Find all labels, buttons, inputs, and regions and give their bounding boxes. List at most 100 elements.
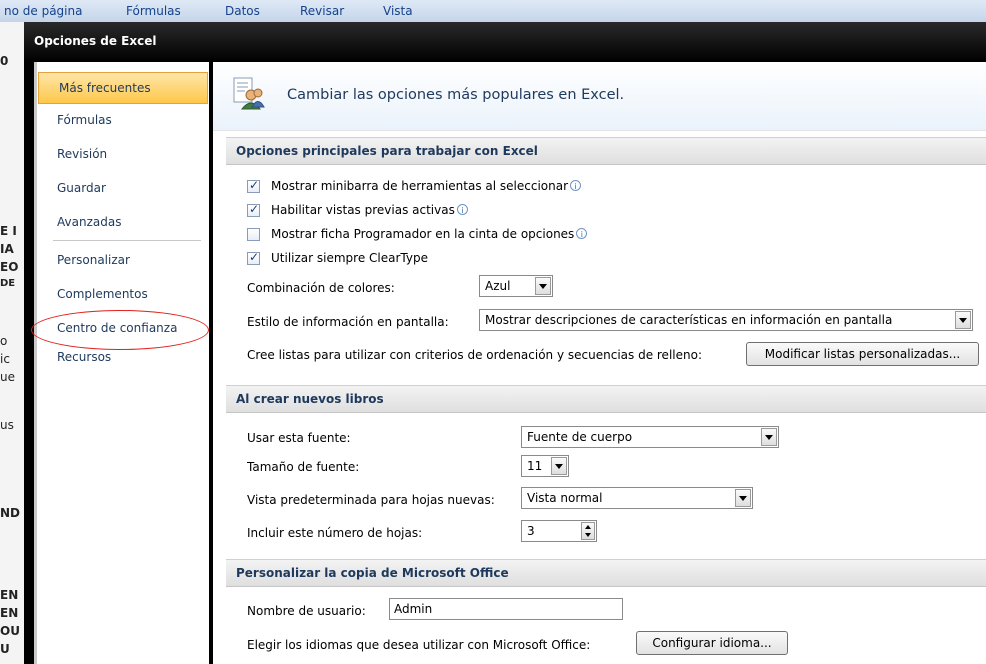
nav-item-label: Complementos	[57, 287, 148, 301]
nav-item-formulas[interactable]: Fórmulas	[37, 105, 209, 135]
checkbox-developer-tab-label: Mostrar ficha Programador en la cinta de…	[271, 227, 588, 241]
checkbox-cleartype-label: Utilizar siempre ClearType	[271, 251, 428, 265]
nav-item-advanced[interactable]: Avanzadas	[37, 207, 209, 237]
background-fragment: EN	[0, 606, 19, 620]
language-label: Elegir los idiomas que desea utilizar co…	[247, 638, 591, 652]
chevron-down-icon[interactable]	[735, 489, 751, 507]
section-header-office: Personalizar la copia de Microsoft Offic…	[226, 559, 986, 587]
nav-item-customize[interactable]: Personalizar	[37, 245, 209, 275]
label-text: Mostrar minibarra de herramientas al sel…	[271, 179, 569, 193]
chevron-down-icon[interactable]	[551, 457, 567, 475]
ribbon-tab-formulas[interactable]: Fórmulas	[126, 4, 181, 18]
ribbon-tab-data[interactable]: Datos	[225, 4, 260, 18]
background-fragment: us	[0, 418, 14, 432]
nav-item-label: Recursos	[57, 350, 112, 364]
color-scheme-select[interactable]: Azul	[479, 275, 553, 297]
checkbox-minibar[interactable]: ✓	[247, 178, 260, 193]
edit-custom-lists-button[interactable]: Modificar listas personalizadas...	[746, 342, 979, 366]
language-settings-button[interactable]: Configurar idioma...	[636, 631, 788, 655]
check-icon: ✓	[249, 202, 260, 216]
background-fragment: E I	[0, 224, 17, 238]
checkbox-cleartype[interactable]: ✓	[247, 250, 260, 265]
checkbox-live-preview[interactable]: ✓	[247, 202, 260, 217]
dialog-title-bar[interactable]: Opciones de Excel	[24, 22, 986, 62]
excel-ribbon-background: no de página Fórmulas Datos Revisar Vist…	[0, 0, 986, 22]
section-title: Al crear nuevos libros	[236, 392, 384, 406]
ribbon-tab-page-layout[interactable]: no de página	[4, 4, 82, 18]
label-text: Mostrar ficha Programador en la cinta de…	[271, 227, 575, 241]
background-fragment: EN	[0, 588, 19, 602]
checkbox-live-preview-label: Habilitar vistas previas activas i	[271, 203, 468, 217]
background-fragment: U	[0, 642, 10, 656]
options-nav: Más frecuentes Fórmulas Revisión Guardar…	[31, 62, 209, 664]
custom-lists-label: Cree listas para utilizar con criterios …	[247, 348, 702, 362]
default-view-label: Vista predeterminada para hojas nuevas:	[247, 493, 495, 507]
font-size-select[interactable]: 11	[521, 455, 569, 477]
label-text: Habilitar vistas previas activas	[271, 203, 455, 217]
screentip-style-value: Mostrar descripciones de características…	[485, 313, 893, 327]
background-fragment: DE	[0, 278, 16, 289]
nav-item-save[interactable]: Guardar	[37, 173, 209, 203]
screentip-style-select[interactable]: Mostrar descripciones de características…	[479, 309, 973, 331]
chevron-down-icon[interactable]	[955, 311, 971, 329]
background-fragment: OU	[0, 624, 20, 638]
section-header-new-books: Al crear nuevos libros	[226, 385, 986, 413]
nav-divider	[53, 240, 201, 241]
checkbox-developer-tab[interactable]	[247, 228, 260, 241]
nav-item-label: Revisión	[57, 147, 108, 161]
section-header-main: Opciones principales para trabajar con E…	[226, 137, 986, 165]
section-title: Opciones principales para trabajar con E…	[236, 144, 538, 158]
screentip-style-label: Estilo de información en pantalla:	[247, 315, 449, 329]
nav-item-label: Más frecuentes	[59, 81, 151, 95]
sheet-count-value: 3	[527, 524, 535, 538]
spin-arrows-icon[interactable]	[581, 522, 595, 540]
content-header: Cambiar las opciones más populares en Ex…	[213, 62, 986, 131]
check-icon: ✓	[249, 250, 260, 264]
font-select[interactable]: Fuente de cuerpo	[521, 426, 779, 448]
nav-item-label: Guardar	[57, 181, 106, 195]
options-people-icon	[233, 77, 265, 110]
color-scheme-value: Azul	[485, 279, 511, 293]
info-icon[interactable]: i	[576, 228, 588, 239]
ribbon-tab-review[interactable]: Revisar	[300, 4, 344, 18]
dialog-title: Opciones de Excel	[34, 34, 157, 48]
info-icon[interactable]: i	[570, 180, 582, 191]
section-title: Personalizar la copia de Microsoft Offic…	[236, 566, 509, 580]
ribbon-tab-view[interactable]: Vista	[383, 4, 413, 18]
user-name-input[interactable]: Admin	[389, 598, 623, 620]
user-name-label: Nombre de usuario:	[247, 604, 366, 618]
header-title: Cambiar las opciones más populares en Ex…	[287, 87, 625, 103]
background-fragment: 0	[0, 54, 9, 68]
nav-item-label: Avanzadas	[57, 215, 122, 229]
excel-sheet-background: 0 E I IA EO DE o ic ue us ND EN EN OU U	[0, 22, 24, 664]
highlight-ellipse	[31, 310, 209, 350]
check-icon: ✓	[249, 178, 260, 192]
background-fragment: ND	[0, 506, 21, 520]
info-icon[interactable]: i	[456, 204, 468, 215]
font-label: Usar esta fuente:	[247, 431, 351, 445]
default-view-select[interactable]: Vista normal	[521, 487, 753, 509]
nav-item-label: Personalizar	[57, 253, 130, 267]
background-fragment: o	[0, 334, 8, 348]
nav-item-proofing[interactable]: Revisión	[37, 139, 209, 169]
default-view-value: Vista normal	[527, 491, 603, 505]
background-fragment: ue	[0, 370, 15, 384]
nav-item-addins[interactable]: Complementos	[37, 279, 209, 309]
nav-item-resources[interactable]: Recursos	[37, 347, 209, 367]
nav-item-label: Fórmulas	[57, 113, 112, 127]
background-fragment: ic	[0, 352, 10, 366]
font-value: Fuente de cuerpo	[527, 430, 633, 444]
font-size-value: 11	[527, 459, 543, 473]
options-content: Cambiar las opciones más populares en Ex…	[213, 62, 986, 664]
background-fragment: EO	[0, 260, 19, 274]
nav-item-popular[interactable]: Más frecuentes	[38, 72, 208, 104]
color-scheme-label: Combinación de colores:	[247, 281, 395, 295]
sheet-count-stepper[interactable]: 3	[521, 520, 597, 542]
sheet-count-label: Incluir este número de hojas:	[247, 526, 423, 540]
user-name-value: Admin	[394, 602, 433, 616]
background-fragment: IA	[0, 242, 14, 256]
font-size-label: Tamaño de fuente:	[247, 460, 360, 474]
chevron-down-icon[interactable]	[535, 277, 551, 295]
chevron-down-icon[interactable]	[761, 428, 777, 446]
checkbox-minibar-label: Mostrar minibarra de herramientas al sel…	[271, 179, 582, 193]
